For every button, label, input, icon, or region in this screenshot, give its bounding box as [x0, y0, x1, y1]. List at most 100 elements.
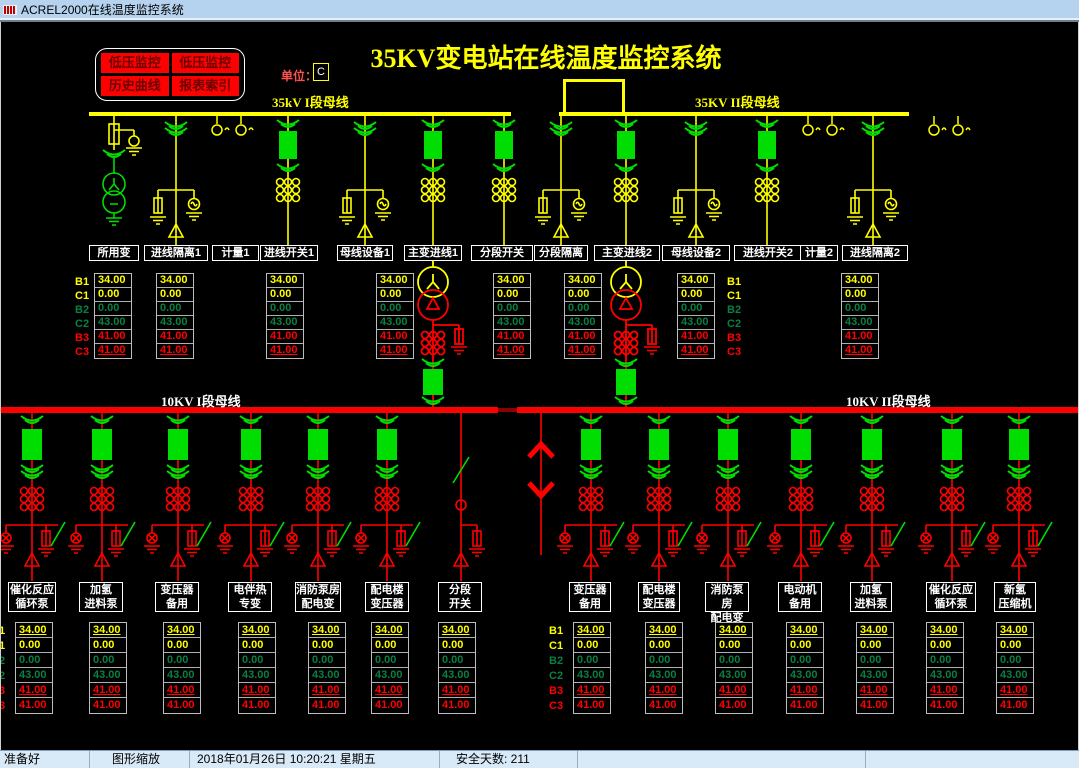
top-bay-label-2[interactable]: 进线隔离1 [144, 245, 208, 261]
temp-value-cell: 0.00 [95, 288, 131, 302]
temp-value-cell: 43.00 [157, 316, 193, 330]
temp-value-cell: 43.00 [646, 668, 682, 683]
bottom-bay-label-line: 加氢 [90, 584, 112, 596]
bottom-bay-label-11[interactable]: 电动机 备用 [778, 582, 822, 612]
temp-value-cell: 43.00 [565, 316, 601, 330]
top-bay-label-9[interactable]: 主变进线2 [594, 245, 660, 261]
bottom-bay-label-13[interactable]: 催化反应 循环泵 [926, 582, 976, 612]
temp-value-cell: 0.00 [16, 638, 52, 653]
top-bay-symbol-12 [802, 115, 845, 136]
page-title: 35KV变电站在线温度监控系统 [370, 44, 722, 73]
bottom-bay-label-6[interactable]: 配电楼 变压器 [365, 582, 409, 612]
temp-value-cell: 41.00 [16, 683, 52, 698]
bottom-bay-label-10[interactable]: 消防泵房 配电变 [705, 582, 749, 624]
temp-value-cell: 43.00 [927, 668, 963, 683]
top-bay-label-7[interactable]: 分段开关 [471, 245, 533, 261]
bottom-bay-label-7[interactable]: 分段 开关 [438, 582, 482, 612]
temp-value-cell: 41.00 [160, 344, 188, 356]
temp-value-cell: 34.00 [90, 623, 126, 638]
bottom-bay-label-9[interactable]: 配电楼 变压器 [638, 582, 680, 612]
temp-value-cell: 34.00 [927, 623, 963, 638]
temp-value-cell: 34.00 [164, 623, 200, 638]
temp-row-label: C1 [549, 640, 564, 652]
top-bay-label-11[interactable]: 进线开关2 [734, 245, 802, 261]
menu-button-history-curve[interactable]: 历史曲线 [101, 76, 169, 96]
feeder-bay-symbol-10 [767, 413, 834, 581]
bus-label-10kv-1: 10KV I段母线 [161, 394, 241, 409]
temp-value-cell: 41.00 [239, 683, 275, 698]
temp-value-cell: 41.00 [377, 330, 413, 344]
bottom-bay-label-4[interactable]: 电伴热 专变 [228, 582, 272, 612]
temp-value-cell: 0.00 [439, 638, 475, 653]
bottom-bay-label-5[interactable]: 消防泵房 配电变 [295, 582, 341, 612]
feeder-bay-symbol-1 [1, 413, 65, 581]
bottom-bay-label-line: 变压器 [160, 584, 194, 596]
temp-value-cell: 43.00 [90, 668, 126, 683]
top-bay-label-1[interactable]: 所用变 [89, 245, 139, 261]
temp-value-cell: 41.00 [242, 699, 270, 711]
temp-value-cell: 34.00 [309, 623, 345, 638]
temp-value-cell: 34.00 [646, 623, 682, 638]
temp-value-cell: 41.00 [649, 699, 677, 711]
temp-value-cell: 43.00 [997, 668, 1033, 683]
temp-row-label: C2 [1, 669, 8, 684]
temp-value-cell: 41.00 [860, 699, 888, 711]
temp-row-label: B3 [549, 685, 564, 697]
temp-row-label: B3 [727, 332, 742, 344]
temp-value-cell: 34.00 [95, 274, 131, 288]
temp-value-cell: 34.00 [716, 623, 752, 638]
top-bay-label-12[interactable]: 计量2 [800, 245, 838, 261]
temperature-table-mid-5: 34.00 0.00 0.00 43.00 41.00 41.00 [493, 273, 531, 359]
temp-value-cell: 41.00 [439, 683, 475, 698]
title-bar: ACREL2000在线温度监控系统 [0, 0, 1079, 18]
bottom-bay-label-line: 消防泵房 [710, 584, 744, 610]
temp-value-cell: 0.00 [646, 653, 682, 668]
temp-value-cell: 43.00 [377, 316, 413, 330]
section-switch-symbol [453, 413, 485, 581]
bottom-bay-label-1[interactable]: 催化反应 循环泵 [8, 582, 56, 612]
bus-label-35kv-1: 35kV I段母线 [272, 95, 349, 110]
bottom-bay-label-12[interactable]: 加氢 进料泵 [850, 582, 892, 612]
menu-button-report-index[interactable]: 报表索引 [171, 76, 239, 96]
bottom-bay-label-2[interactable]: 加氢 进料泵 [79, 582, 123, 612]
bottom-bay-label-line: 消防泵房 [296, 584, 340, 596]
temp-value-cell: 41.00 [309, 683, 345, 698]
temp-value-cell: 43.00 [267, 316, 303, 330]
temp-value-cell: 41.00 [164, 683, 200, 698]
temp-value-cell: 0.00 [95, 302, 131, 316]
top-bay-label-8[interactable]: 分段隔离 [534, 245, 588, 261]
temp-value-cell: 0.00 [997, 638, 1033, 653]
temp-value-cell: 34.00 [377, 274, 413, 288]
temp-value-cell: 41.00 [494, 330, 530, 344]
bottom-bay-label-line: 专变 [239, 598, 261, 610]
bottom-bay-label-3[interactable]: 变压器 备用 [155, 582, 199, 612]
temp-value-cell: 34.00 [997, 623, 1033, 638]
temp-value-cell: 34.00 [239, 623, 275, 638]
top-bay-symbol-11 [756, 116, 779, 245]
bottom-bay-label-line: 催化反应 [10, 584, 54, 596]
top-bay-label-6[interactable]: 主变进线1 [404, 245, 462, 261]
temp-value-cell: 41.00 [19, 699, 47, 711]
top-bay-label-4[interactable]: 进线开关1 [260, 245, 318, 261]
top-bay-label-10[interactable]: 母线设备2 [662, 245, 730, 261]
bottom-bay-label-8[interactable]: 变压器 备用 [569, 582, 611, 612]
menu-button-lv-monitor-1[interactable]: 低压监控 [101, 53, 169, 73]
top-bay-symbol-2 [150, 116, 202, 245]
bus-10kv-1 [1, 407, 498, 413]
top-bay-label-3[interactable]: 计量1 [212, 245, 259, 261]
bus-bridge-top [563, 79, 625, 82]
bottom-bay-label-line: 进料泵 [854, 598, 888, 610]
feeder-bay-symbol-3 [144, 413, 211, 581]
temp-value-cell: 34.00 [439, 623, 475, 638]
main-transformer-symbol-1 [418, 261, 467, 407]
temp-value-cell: 41.00 [565, 330, 601, 344]
menu-button-lv-monitor-2[interactable]: 低压监控 [171, 53, 239, 73]
temp-value-cell: 0.00 [716, 653, 752, 668]
temp-value-cell: 0.00 [239, 653, 275, 668]
top-bay-label-13[interactable]: 进线隔离2 [842, 245, 908, 261]
bus-bridge-right-leg [622, 79, 625, 116]
temp-value-cell: 41.00 [497, 344, 525, 356]
status-datetime: 2018年01月26日 10:20:21 星期五 [190, 751, 440, 768]
top-bay-label-5[interactable]: 母线设备1 [337, 245, 393, 261]
bottom-bay-label-14[interactable]: 新氢 压缩机 [994, 582, 1036, 612]
